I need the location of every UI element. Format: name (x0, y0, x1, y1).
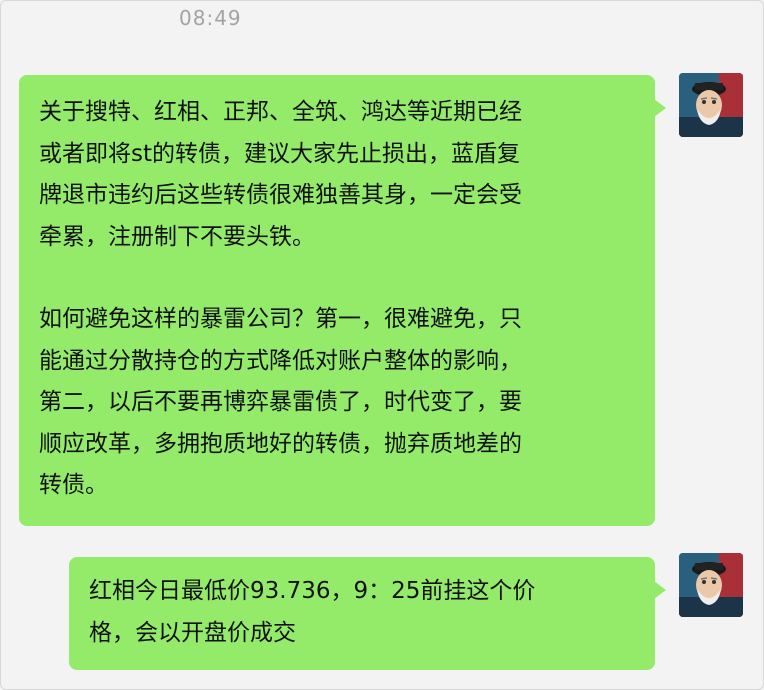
avatar-portrait-icon (679, 73, 743, 137)
message-text: 红相今日最低价93.736，9：25前挂这个价 格，会以开盘价成交 (89, 578, 536, 646)
chat-window: 08:49 关于搜特、红相、正邦、全筑、鸿达等近期已经 或者即将st的转债，建议… (0, 0, 764, 690)
message-paragraph: 关于搜特、红相、正邦、全筑、鸿达等近期已经 或者即将st的转债，建议大家先止损出… (39, 99, 522, 250)
message-paragraph: 如何避免这样的暴雷公司？第一，很难避免，只 能通过分散持仓的方式降低对账户整体的… (39, 306, 522, 498)
avatar-portrait-icon (679, 553, 743, 617)
message-bubble[interactable]: 关于搜特、红相、正邦、全筑、鸿达等近期已经 或者即将st的转债，建议大家先止损出… (19, 75, 666, 526)
message-timestamp: 08:49 (179, 6, 242, 30)
avatar[interactable] (679, 553, 743, 617)
message-bubble[interactable]: 红相今日最低价93.736，9：25前挂这个价 格，会以开盘价成交 (69, 557, 666, 670)
avatar[interactable] (679, 73, 743, 137)
